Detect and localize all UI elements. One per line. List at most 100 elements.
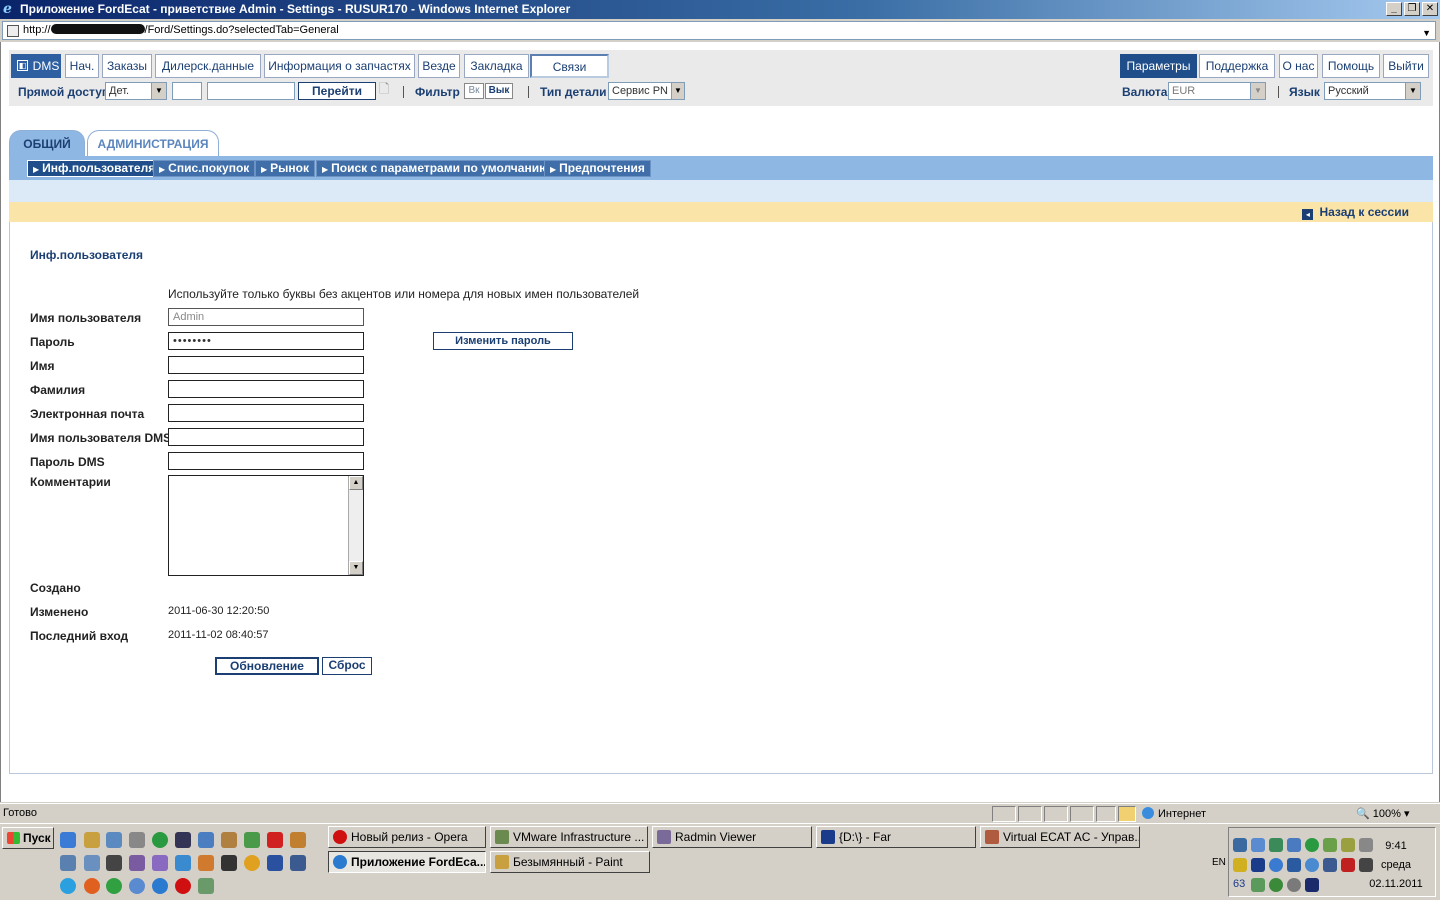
task-far[interactable]: {D:\} - Far [816,826,976,848]
subnav-default-search[interactable]: ▶ Поиск с параметрами по умолчанию [316,160,556,177]
task-opera[interactable]: Новый релиз - Opera [328,826,486,848]
tray-icon[interactable] [1251,838,1265,852]
nav-bookmark[interactable]: Закладка [464,54,529,78]
nav-home[interactable]: Нач. [65,54,99,78]
start-button[interactable]: Пуск [2,827,54,849]
quicklaunch-icon[interactable] [198,832,214,848]
tray-icon[interactable] [1323,838,1337,852]
password-field[interactable]: •••••••• [168,332,364,350]
tab-general[interactable]: ОБЩИЙ [9,130,85,156]
dms-username-field[interactable] [168,428,364,446]
quicklaunch-icon[interactable] [175,855,191,871]
scroll-down-icon[interactable]: ▼ [349,561,363,575]
chevron-down-icon[interactable]: ▼ [1422,25,1431,42]
subnav-preferences[interactable]: ▶ Предпочтения [544,160,651,177]
nav-dealer-data[interactable]: Дилерск.данные [155,54,261,78]
url-field[interactable]: http:// /Ford/Settings.do?selectedTab=Gen… [2,21,1436,40]
direct-access-select[interactable]: Дет. ▼ [105,82,167,100]
quicklaunch-icon[interactable] [267,832,283,848]
quicklaunch-icon[interactable] [129,832,145,848]
go-button[interactable]: Перейти [298,82,376,100]
back-to-session-link[interactable]: ◂ Назад к сессии [1302,205,1409,220]
quicklaunch-icon[interactable] [290,855,306,871]
quicklaunch-icon[interactable] [60,855,76,871]
currency-select[interactable]: EUR ▼ [1168,82,1266,100]
tray-icon[interactable] [1287,858,1301,872]
subnav-market[interactable]: ▶ Рынок [255,160,315,177]
tray-icon[interactable] [1305,878,1319,892]
task-virtual-ecat[interactable]: Virtual ECAT AC - Управ... [980,826,1140,848]
quicklaunch-icon[interactable] [106,832,122,848]
language-select[interactable]: Русский ▼ [1324,82,1421,100]
nav-dms[interactable]: ◧ DMS [11,54,61,78]
skype-icon[interactable] [60,878,76,894]
document-icon[interactable]: 🗋 [379,80,389,100]
subnav-user-info[interactable]: ▶ Инф.пользователя [27,160,162,177]
tray-icon[interactable] [1251,878,1265,892]
firefox-icon[interactable] [84,878,100,894]
nav-orders[interactable]: Заказы [102,54,152,78]
tray-icon[interactable] [1323,858,1337,872]
close-button[interactable]: ✕ [1422,2,1438,16]
quicklaunch-icon[interactable] [244,832,260,848]
quicklaunch-icon[interactable] [244,855,260,871]
tray-icon[interactable] [1305,858,1319,872]
nav-about[interactable]: О нас [1279,54,1318,78]
tray-icon[interactable] [1269,838,1283,852]
maximize-button[interactable]: ❐ [1404,2,1420,16]
quicklaunch-icon[interactable] [106,855,122,871]
tab-administration[interactable]: АДМИНИСТРАЦИЯ [87,130,219,156]
email-field[interactable] [168,404,364,422]
quicklaunch-icon[interactable] [84,855,100,871]
quicklaunch-icon[interactable] [152,855,168,871]
quicklaunch-icon[interactable] [267,855,283,871]
username-field[interactable]: Admin [168,308,364,326]
clock-time[interactable]: 9:41 [1361,840,1431,852]
tray-icon[interactable] [1341,838,1355,852]
chrome-icon[interactable] [106,878,122,894]
quicklaunch-icon[interactable] [198,878,214,894]
tray-icon[interactable] [1269,878,1283,892]
quicklaunch-icon[interactable] [221,855,237,871]
part-type-select[interactable]: Сервис PN ▼ [608,82,685,100]
dms-password-field[interactable] [168,452,364,470]
comments-scrollbar[interactable]: ▲ ▼ [348,476,363,575]
quicklaunch-icon[interactable] [175,832,191,848]
lock-icon[interactable] [1118,806,1136,822]
direct-access-input-1[interactable] [172,82,202,100]
filter-off-toggle[interactable]: Вык [485,83,513,99]
quicklaunch-icon[interactable] [84,832,100,848]
opera-icon[interactable] [175,878,191,894]
tray-icon[interactable] [1269,858,1283,872]
task-vmware[interactable]: VMware Infrastructure ... [490,826,648,848]
tray-icon[interactable] [1341,858,1355,872]
update-button[interactable]: Обновление [215,657,319,675]
last-name-field[interactable] [168,380,364,398]
nav-everywhere[interactable]: Везде [418,54,460,78]
quicklaunch-icon[interactable] [221,832,237,848]
quicklaunch-icon[interactable] [60,832,76,848]
filter-on-toggle[interactable]: Вк [464,83,484,99]
quicklaunch-icon[interactable] [152,832,168,848]
nav-logout[interactable]: Выйти [1383,54,1429,78]
subnav-shopping-list[interactable]: ▶ Спис.покупок [153,160,256,177]
change-password-button[interactable]: Изменить пароль [433,332,573,350]
ie-icon[interactable] [152,878,168,894]
comments-textarea[interactable]: ▲ ▼ [168,475,364,576]
minimize-button[interactable]: _ [1386,2,1402,16]
tray-icon[interactable] [1287,878,1301,892]
tray-icon[interactable] [1287,838,1301,852]
nav-links[interactable]: Связи [530,54,609,78]
nav-support[interactable]: Поддержка [1199,54,1275,78]
nav-parts-info[interactable]: Информация о запчастях [264,54,415,78]
tray-icon[interactable] [1233,858,1247,872]
quicklaunch-icon[interactable] [198,855,214,871]
task-radmin[interactable]: Radmin Viewer [652,826,812,848]
language-indicator[interactable]: EN [1212,857,1226,868]
zoom-level[interactable]: 🔍 100% ▾ [1356,807,1409,820]
first-name-field[interactable] [168,356,364,374]
task-fordecat[interactable]: Приложение FordEca... [328,851,486,873]
tray-icon[interactable] [1251,858,1265,872]
direct-access-input-2[interactable] [207,82,295,100]
nav-help[interactable]: Помощь [1322,54,1380,78]
